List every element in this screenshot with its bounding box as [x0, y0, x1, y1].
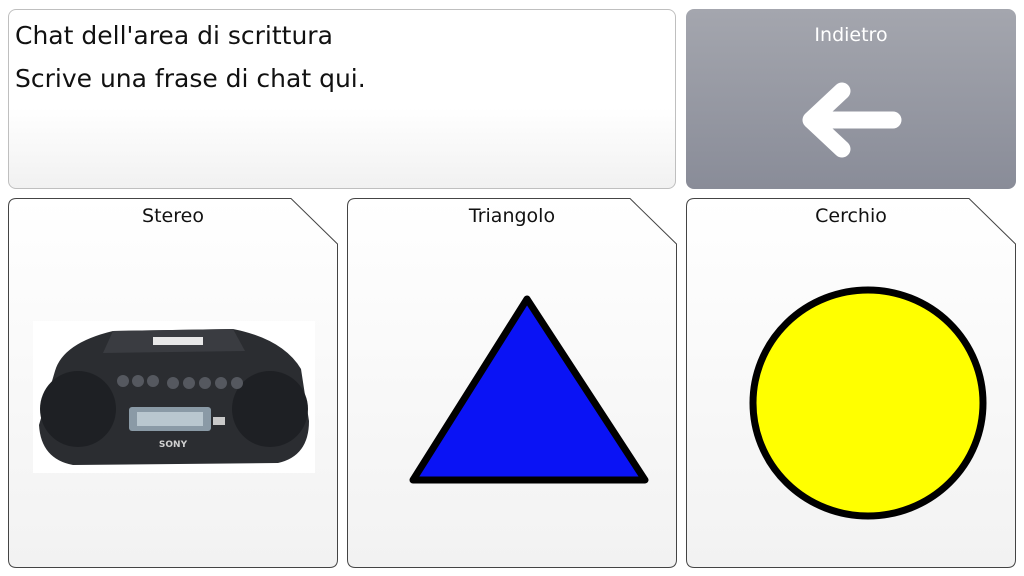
- sony-logo: SONY: [159, 440, 188, 450]
- card-label: Triangolo: [468, 205, 556, 227]
- card-label: Cerchio: [815, 205, 887, 227]
- chat-placeholder: Scrive una frase di chat qui.: [15, 64, 366, 93]
- back-button[interactable]: Indietro: [686, 9, 1016, 189]
- card-cerchio[interactable]: Cerchio: [686, 198, 1016, 568]
- card-stereo[interactable]: Stereo SONY: [8, 198, 338, 568]
- boombox-image: SONY: [33, 321, 315, 473]
- triangle-image: [409, 295, 649, 484]
- chat-title: Chat dell'area di scrittura: [15, 21, 333, 50]
- card-label: Stereo: [142, 205, 204, 227]
- arrow-left-icon: [802, 82, 902, 158]
- circle-image: [749, 286, 987, 520]
- chat-writing-area[interactable]: Chat dell'area di scrittura Scrive una f…: [8, 9, 676, 189]
- card-triangolo[interactable]: Triangolo: [347, 198, 677, 568]
- back-button-label: Indietro: [814, 24, 888, 46]
